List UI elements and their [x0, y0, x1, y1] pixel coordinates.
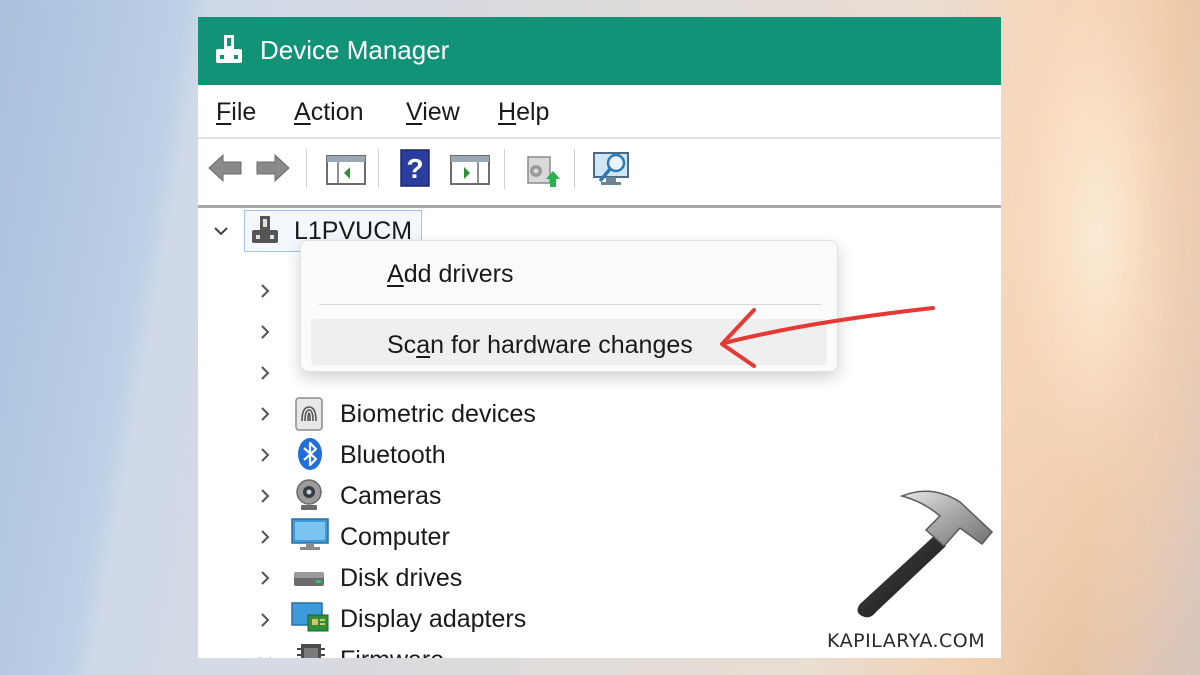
- watermark-text: KAPILARYA.COM: [827, 630, 986, 652]
- chevron-down-icon[interactable]: [212, 222, 230, 240]
- toolbar-separator: [378, 149, 379, 189]
- svg-text:?: ?: [406, 153, 423, 184]
- chevron-down-icon[interactable]: [256, 652, 274, 658]
- context-menu-add-drivers[interactable]: Add drivers: [387, 259, 513, 289]
- toolbar-separator: [306, 149, 307, 189]
- chevron-right-icon[interactable]: [256, 569, 274, 587]
- window-title: Device Manager: [260, 35, 450, 65]
- scan-monitor-icon[interactable]: [592, 149, 634, 189]
- chevron-right-icon[interactable]: [256, 446, 274, 464]
- help-icon[interactable]: ?: [400, 149, 430, 187]
- tree-item-firmware[interactable]: Firmware: [340, 645, 444, 658]
- menu-view[interactable]: View: [406, 97, 460, 127]
- fingerprint-icon: [295, 397, 323, 431]
- tree-item-bluetooth[interactable]: Bluetooth: [340, 440, 446, 470]
- chevron-right-icon[interactable]: [256, 405, 274, 423]
- title-bar: Device Manager: [198, 17, 1001, 85]
- toolbar-separator: [574, 149, 575, 189]
- red-annotation-arrow: [720, 306, 935, 368]
- menu-bar: File Action View Help: [198, 85, 1001, 139]
- device-manager-icon: [216, 35, 242, 63]
- chevron-right-icon[interactable]: [256, 487, 274, 505]
- computer-root-icon: [252, 216, 278, 243]
- tree-item-biometric-devices[interactable]: Biometric devices: [340, 399, 536, 429]
- disk-drive-icon: [294, 572, 324, 586]
- forward-arrow-icon[interactable]: [254, 151, 292, 185]
- menu-help[interactable]: Help: [498, 97, 549, 127]
- action-pane-icon[interactable]: [450, 155, 490, 185]
- chevron-right-icon[interactable]: [256, 528, 274, 546]
- bluetooth-icon: [298, 438, 322, 470]
- hammer-logo-icon: [857, 490, 994, 618]
- tree-item-computer[interactable]: Computer: [340, 522, 450, 552]
- toolbar: ?: [198, 139, 1001, 208]
- menu-file[interactable]: File: [216, 97, 256, 127]
- firmware-chip-icon: [297, 644, 325, 658]
- toolbar-separator: [504, 149, 505, 189]
- tree-item-disk-drives[interactable]: Disk drives: [340, 563, 462, 593]
- back-arrow-icon[interactable]: [206, 151, 244, 185]
- camera-icon: [296, 479, 322, 510]
- chevron-right-icon[interactable]: [256, 323, 274, 341]
- chevron-right-icon[interactable]: [256, 364, 274, 382]
- menu-action[interactable]: Action: [294, 97, 364, 127]
- context-menu-scan-for-hardware-changes[interactable]: Scan for hardware changes: [387, 330, 693, 360]
- computer-icon: [291, 518, 329, 550]
- update-driver-icon[interactable]: [522, 149, 562, 189]
- tree-item-display-adapters[interactable]: Display adapters: [340, 604, 526, 634]
- chevron-right-icon[interactable]: [256, 282, 274, 300]
- show-hide-console-tree-icon[interactable]: [326, 155, 366, 185]
- display-adapter-icon: [291, 602, 329, 632]
- chevron-right-icon[interactable]: [256, 611, 274, 629]
- tree-item-cameras[interactable]: Cameras: [340, 481, 441, 511]
